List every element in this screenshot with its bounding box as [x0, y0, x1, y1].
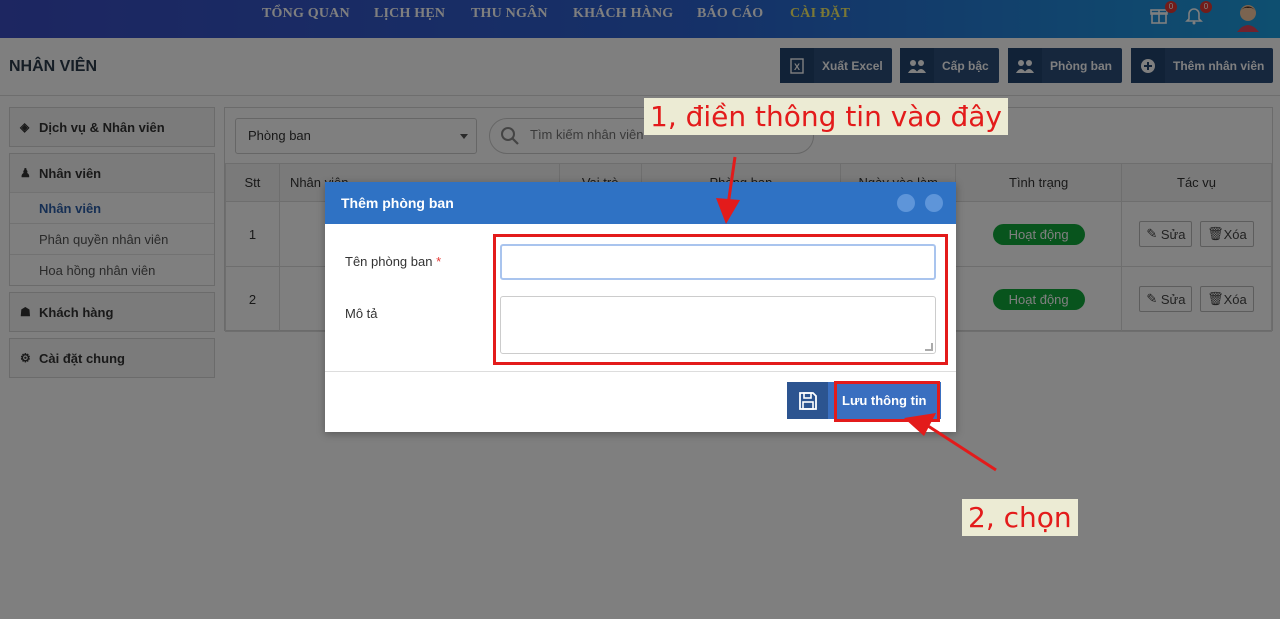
annotation-arrows	[716, 156, 997, 472]
arrow-to-form	[716, 156, 740, 224]
arrow-to-save	[904, 413, 997, 472]
